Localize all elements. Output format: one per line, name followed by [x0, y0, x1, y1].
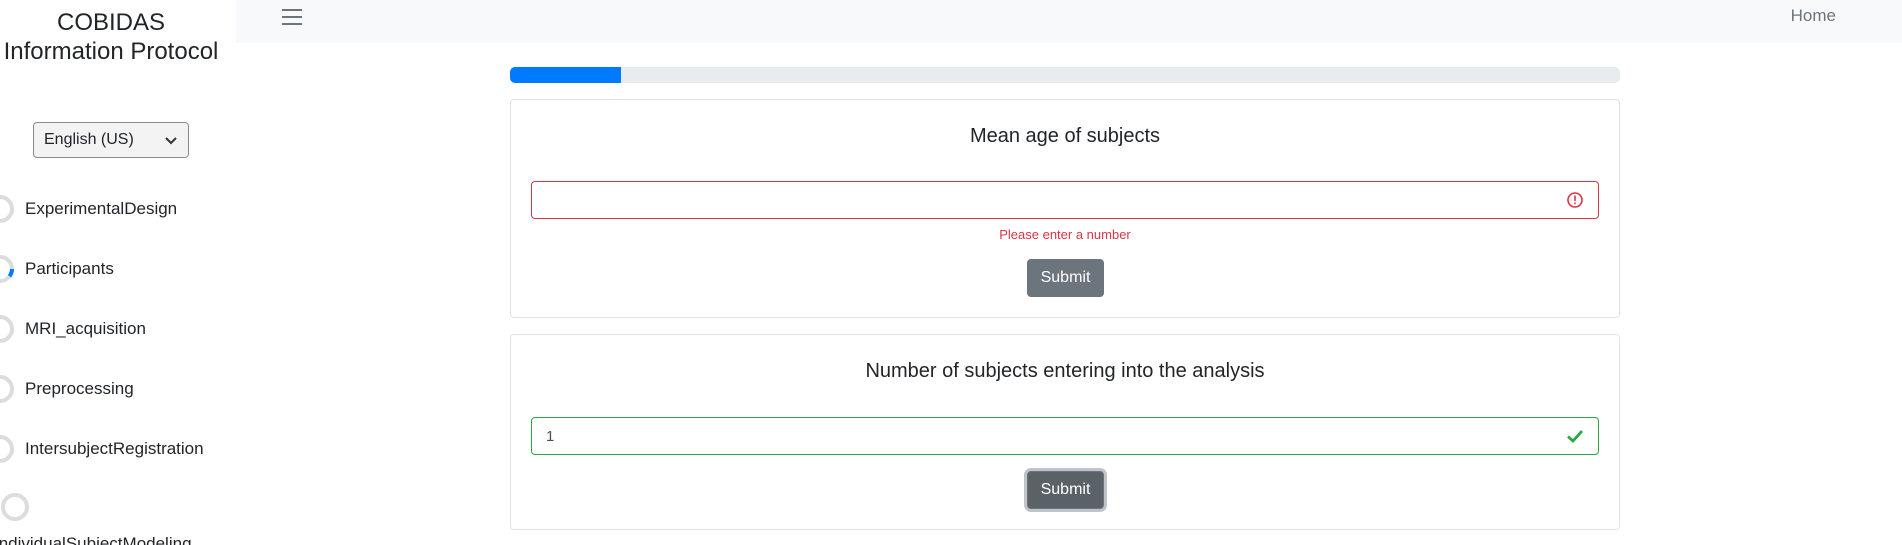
sidebar-item-label: MRI_acquisition — [25, 319, 146, 338]
sidebar-item-label: Preprocessing — [25, 379, 134, 398]
chevron-down-icon — [165, 137, 177, 145]
app-title: COBIDAS Information Protocol — [3, 9, 219, 65]
error-icon — [1567, 192, 1583, 208]
sidebar-item-label: IndividualSubjectModeling — [0, 534, 192, 545]
progress-ring-icon — [0, 315, 14, 343]
submit-button[interactable]: Submit — [1027, 471, 1104, 509]
question-card-number-of-subjects: Number of subjects entering into the ana… — [510, 334, 1620, 530]
progress-ring-icon — [0, 195, 14, 223]
sidebar-item-participants[interactable]: Participants — [0, 249, 114, 289]
question-title: Number of subjects entering into the ana… — [865, 360, 1265, 382]
submit-button[interactable]: Submit — [1027, 259, 1104, 297]
sidebar-item-label: Participants — [25, 259, 114, 278]
language-select[interactable]: English (US) — [33, 122, 189, 158]
top-navbar: Home — [236, 0, 1902, 43]
number-of-subjects-input[interactable]: 1 — [531, 417, 1599, 455]
progress-ring-icon — [0, 435, 14, 463]
sidebar-item-label: ExperimentalDesign — [25, 199, 178, 218]
survey-progress-fill — [510, 67, 621, 83]
question-title: Mean age of subjects — [969, 125, 1161, 147]
sidebar-item-preprocessing[interactable]: Preprocessing — [0, 369, 134, 409]
survey-progress-bar — [510, 67, 1620, 83]
progress-ring-icon — [0, 375, 14, 403]
sidebar-item-intersubjectregistration[interactable]: IntersubjectRegistration — [0, 429, 204, 469]
mean-age-input[interactable] — [531, 181, 1599, 219]
question-card-mean-age: Mean age of subjects Please enter a numb… — [510, 99, 1620, 318]
checkmark-icon — [1567, 430, 1584, 443]
sidebar-item-individualsubjectmodeling[interactable]: IndividualSubjectModeling — [0, 492, 192, 545]
language-select-value: English (US) — [44, 131, 134, 148]
sidebar-item-experimentaldesign[interactable]: ExperimentalDesign — [0, 189, 177, 229]
sidebar-item-label: IntersubjectRegistration — [25, 439, 204, 458]
home-link[interactable]: Home — [1791, 6, 1836, 26]
sidebar: COBIDAS Information Protocol English (US… — [0, 0, 236, 545]
sidebar-item-mri-acquisition[interactable]: MRI_acquisition — [0, 309, 146, 349]
validation-error-message: Please enter a number — [999, 227, 1131, 242]
progress-ring-icon — [0, 255, 14, 283]
progress-ring-icon — [1, 493, 29, 521]
hamburger-menu-icon[interactable] — [280, 6, 304, 28]
input-value: 1 — [546, 427, 555, 445]
